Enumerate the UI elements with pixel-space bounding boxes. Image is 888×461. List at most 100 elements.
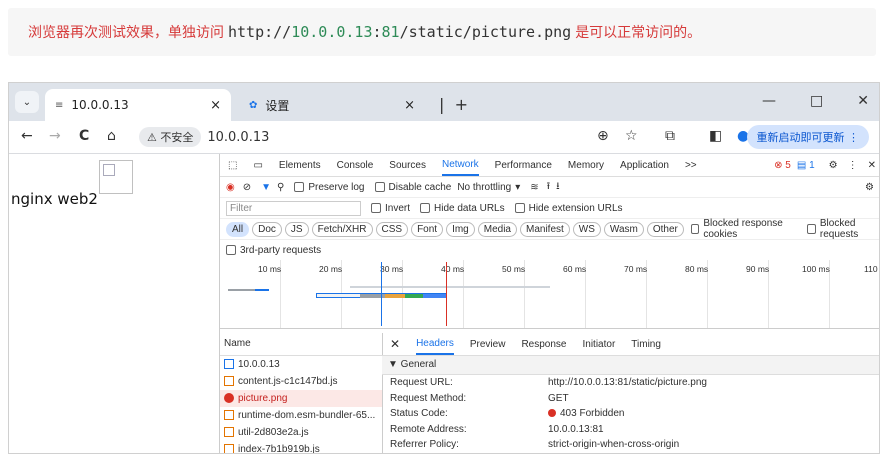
wifi-icon[interactable]: ≋	[530, 182, 538, 193]
devtools-tabs: ⬚ ▭ Elements Console Sources Network Per…	[220, 154, 879, 177]
tab-network[interactable]: Network	[441, 155, 479, 176]
tab-close-icon[interactable]: ×	[210, 98, 221, 113]
tab-application[interactable]: Application	[620, 160, 669, 171]
invert-checkbox[interactable]	[371, 203, 381, 213]
star-icon[interactable]: ☆	[625, 128, 638, 144]
tab-elements[interactable]: Elements	[279, 160, 321, 171]
type-chip[interactable]: Other	[646, 221, 684, 237]
third-party-checkbox[interactable]	[226, 245, 236, 255]
tab-timing[interactable]: Timing	[631, 339, 661, 350]
filter-input[interactable]: Filter	[226, 200, 361, 216]
type-chip[interactable]: Font	[411, 221, 444, 237]
zoom-icon[interactable]: ⊕	[597, 128, 609, 144]
type-chip[interactable]: Manifest	[520, 221, 570, 237]
script-icon	[224, 427, 234, 438]
close-devtools-icon[interactable]: ✕	[868, 160, 876, 171]
list-item[interactable]: index-7b1b919b.js	[220, 441, 382, 453]
network-controls: ◉ ⊘ ▼ ⚲ Preserve log Disable cache No th…	[220, 177, 879, 198]
import-icon[interactable]: ⭱	[547, 179, 551, 196]
type-chip[interactable]: Wasm	[603, 221, 644, 237]
back-button[interactable]: ←	[21, 128, 33, 144]
inspect-icon[interactable]: ⬚	[228, 160, 237, 171]
list-item[interactable]: content.js-c1c147bd.js	[220, 373, 382, 390]
gear-icon: ✿	[249, 99, 258, 111]
filter-icon[interactable]: ▼	[261, 182, 271, 193]
device-toggle-icon[interactable]: ▭	[253, 160, 262, 171]
list-item[interactable]: picture.png	[220, 390, 382, 407]
blocked-requests-checkbox[interactable]	[807, 224, 816, 234]
blocked-requests-label: Blocked requests	[819, 218, 859, 240]
tab-memory[interactable]: Memory	[568, 160, 604, 171]
tab-sources[interactable]: Sources	[389, 160, 426, 171]
blocked-cookies-checkbox[interactable]	[690, 224, 700, 234]
tab-response[interactable]: Response	[521, 339, 566, 350]
general-section-header[interactable]: ▼ General	[382, 356, 879, 375]
network-bottom: Name 10.0.0.13 content.js-c1c147bd.js pi…	[220, 333, 879, 453]
type-chip[interactable]: All	[226, 221, 250, 237]
page-text: nginx web2	[11, 190, 98, 208]
tab-settings[interactable]: ✿ 设置 ×	[239, 89, 425, 121]
more-menu-icon[interactable]: ⋮	[848, 160, 858, 171]
tab-performance[interactable]: Performance	[495, 160, 552, 171]
tab-initiator[interactable]: Initiator	[582, 339, 615, 350]
close-window-button[interactable]: ✕	[857, 93, 869, 109]
name-column-header[interactable]: Name	[220, 333, 382, 356]
type-chip[interactable]: Media	[477, 221, 517, 237]
search-icon[interactable]: ⚲	[277, 182, 284, 193]
update-button[interactable]: 重新启动即可更新 ⋮	[746, 125, 869, 149]
type-chip[interactable]: CSS	[375, 221, 409, 237]
export-icon[interactable]: ⭳	[556, 179, 560, 196]
tab-headers[interactable]: Headers	[416, 334, 454, 355]
list-item[interactable]: 10.0.0.13	[220, 356, 382, 373]
note-text-before: 浏览器再次测试效果，单独访问	[28, 25, 224, 41]
timeline-tick: 20 ms	[319, 264, 343, 274]
throttling-select[interactable]: No throttling	[457, 182, 511, 193]
close-details-icon[interactable]: ✕	[390, 337, 400, 351]
forward-button[interactable]: →	[49, 128, 61, 144]
status-error-icon	[548, 409, 556, 418]
error-icon	[224, 393, 234, 404]
list-item[interactable]: runtime-dom.esm-bundler-65...	[220, 407, 382, 424]
record-icon[interactable]: ◉	[226, 182, 235, 193]
side-panel-icon[interactable]: ◧	[709, 128, 722, 144]
hide-data-checkbox[interactable]	[420, 203, 431, 213]
reload-button[interactable]: C	[79, 128, 89, 144]
timeline-bar	[385, 294, 405, 298]
tab-close-icon[interactable]: ×	[404, 98, 415, 113]
disable-cache-checkbox[interactable]	[374, 182, 385, 192]
more-tabs-button[interactable]: >>	[685, 160, 697, 171]
timeline-tick: 70 ms	[624, 264, 648, 274]
message-badge[interactable]: ▤ 1	[797, 160, 815, 171]
type-chip[interactable]: JS	[284, 221, 309, 237]
network-timeline[interactable]: 10 ms 20 ms 30 ms 40 ms 50 ms 60 ms 70 m…	[220, 260, 879, 329]
timeline-tick: 80 ms	[685, 264, 709, 274]
dcl-marker	[381, 262, 382, 326]
tab-preview[interactable]: Preview	[470, 339, 506, 350]
timeline-bar	[350, 286, 550, 288]
preserve-log-checkbox[interactable]	[294, 182, 305, 192]
error-badge[interactable]: ⊗ 5	[774, 160, 791, 171]
tab-search-button[interactable]: ⌄	[15, 91, 39, 113]
devtools-panel: ⬚ ▭ Elements Console Sources Network Per…	[219, 154, 879, 453]
list-item[interactable]: util-2d803e2a.js	[220, 424, 382, 441]
extensions-icon[interactable]: ⧉	[665, 128, 675, 144]
maximize-button[interactable]: □	[810, 93, 823, 109]
type-chip[interactable]: WS	[572, 221, 601, 237]
settings-icon[interactable]: ⚙	[829, 160, 838, 171]
type-chip[interactable]: Doc	[252, 221, 282, 237]
page-content: nginx web2	[9, 154, 219, 453]
new-tab-button[interactable]: | +	[439, 95, 468, 114]
type-chip[interactable]: Fetch/XHR	[311, 221, 373, 237]
network-settings-icon[interactable]: ⚙	[865, 182, 874, 193]
home-button[interactable]: ⌂	[107, 128, 116, 144]
minimize-button[interactable]: —	[762, 93, 776, 109]
header-row: Request URL: http://10.0.0.13:81/static/p…	[390, 377, 707, 388]
tab-console[interactable]: Console	[337, 160, 374, 171]
clear-icon[interactable]: ⊘	[243, 182, 251, 193]
security-chip[interactable]: ⚠ 不安全	[139, 127, 202, 147]
browser-window: ⌄ ≡ 10.0.0.13 × ✿ 设置 × | + — □ ✕ ← → C ⌂…	[8, 82, 880, 454]
timeline-tick: 50 ms	[502, 264, 526, 274]
hide-ext-checkbox[interactable]	[514, 203, 525, 213]
type-chip[interactable]: Img	[446, 221, 475, 237]
tab-10-0-0-13[interactable]: ≡ 10.0.0.13 ×	[45, 89, 231, 121]
